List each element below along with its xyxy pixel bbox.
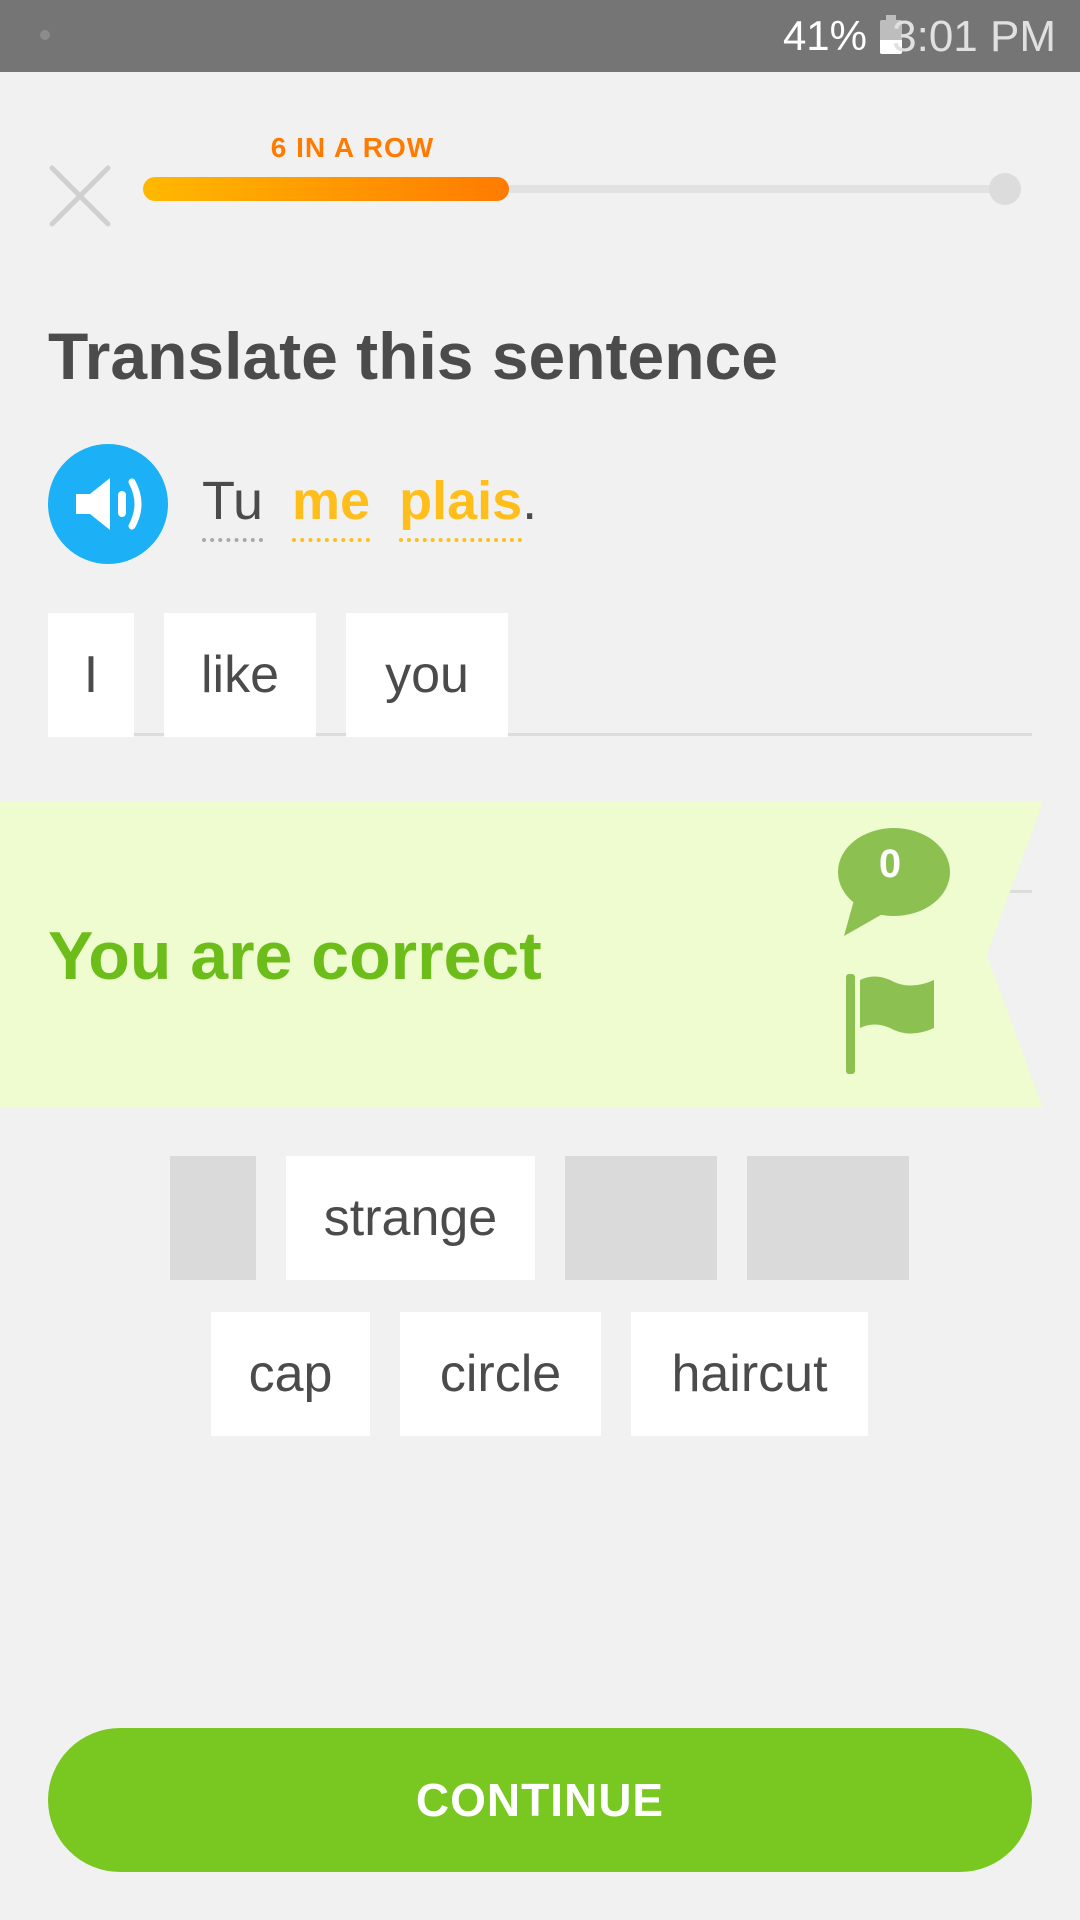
report-flag-button[interactable]: [846, 972, 938, 1076]
discussion-button[interactable]: 0: [834, 826, 952, 938]
status-time: 3:01 PM: [892, 12, 1056, 61]
answer-tile[interactable]: like: [164, 613, 316, 737]
progress-end-marker: [989, 173, 1021, 205]
flag-icon: [846, 974, 934, 1074]
answer-tile[interactable]: I: [48, 613, 134, 737]
continue-button[interactable]: CONTINUE: [48, 1728, 1032, 1872]
word-bank-slot-empty: [170, 1156, 256, 1280]
progress-fill: [143, 177, 510, 201]
close-icon[interactable]: [48, 164, 112, 228]
prompt-word[interactable]: Tu: [202, 470, 264, 542]
feedback-message: You are correct: [48, 918, 542, 994]
play-audio-button[interactable]: [48, 444, 168, 564]
word-bank-tile[interactable]: cap: [211, 1312, 370, 1436]
word-bank-tile[interactable]: strange: [286, 1156, 535, 1280]
word-bank-tile[interactable]: haircut: [631, 1312, 868, 1436]
word-bank-slot-empty: [565, 1156, 717, 1280]
comment-count: 0: [878, 842, 902, 886]
word-bank-tile[interactable]: circle: [400, 1312, 601, 1436]
lesson-progress-bar: [143, 173, 1021, 205]
streak-label: 6 IN A ROW: [270, 132, 435, 163]
prompt-word-new[interactable]: plais: [399, 470, 523, 542]
battery-percentage: 41%: [782, 12, 867, 59]
feedback-banner: You are correct 0: [0, 802, 1043, 1108]
word-bank-slot-empty: [747, 1156, 909, 1280]
prompt-period: .: [522, 471, 538, 531]
notification-dot-icon: [40, 30, 50, 40]
status-bar: 41% 3:01 PM: [0, 0, 1080, 72]
exercise-title: Translate this sentence: [48, 319, 778, 393]
prompt-sentence: Tu me plais.: [202, 470, 537, 542]
prompt-word-new[interactable]: me: [292, 470, 371, 542]
answer-tile[interactable]: you: [346, 613, 508, 737]
speaker-icon: [76, 478, 142, 530]
